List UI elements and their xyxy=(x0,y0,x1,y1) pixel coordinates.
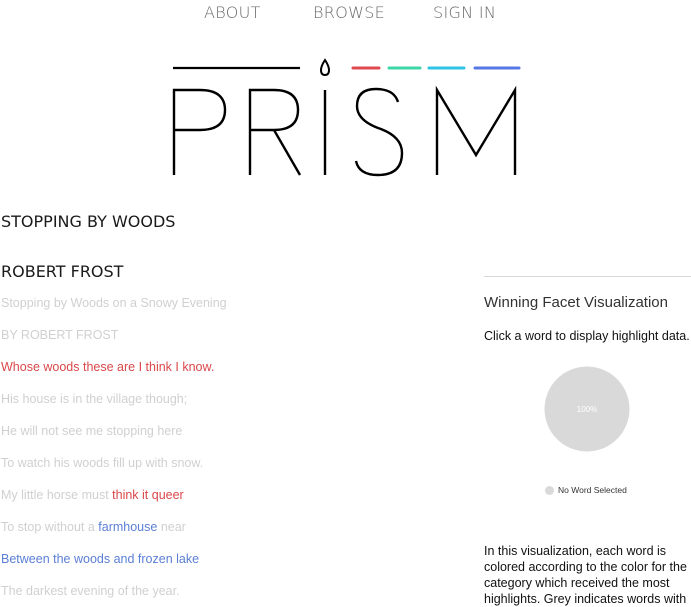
poem-line[interactable]: BY ROBERT FROST xyxy=(1,328,118,342)
poem-word[interactable]: near xyxy=(157,520,186,534)
pie-slice-label: 100% xyxy=(577,405,597,414)
poem-word[interactable]: My little horse must xyxy=(1,488,112,502)
poem-word-highlighted[interactable]: think it queer xyxy=(112,488,184,502)
nav-signin-link[interactable]: SIGN IN xyxy=(433,3,496,22)
panel-hint: Click a word to display highlight data. xyxy=(484,329,690,343)
poem-line: My little horse must think it queer xyxy=(1,488,184,502)
poem-line: To stop without a farmhouse near xyxy=(1,520,186,534)
legend-swatch xyxy=(545,485,554,495)
poem-line[interactable]: Stopping by Woods on a Snowy Evening xyxy=(1,296,227,310)
poem-word-highlighted[interactable]: farmhouse xyxy=(98,520,157,534)
work-author: ROBERT FROST xyxy=(1,262,124,281)
nav-browse-link[interactable]: BROWSE xyxy=(313,3,385,22)
poem-line[interactable]: Whose woods these are I think I know. xyxy=(1,360,214,374)
legend-label: No Word Selected xyxy=(558,485,627,495)
top-nav: ABOUT BROWSE SIGN IN xyxy=(0,3,691,23)
poem-line[interactable]: Between the woods and frozen lake xyxy=(1,552,199,566)
pie-legend: No Word Selected xyxy=(545,485,627,495)
panel-title: Winning Facet Visualization xyxy=(484,294,668,311)
prism-logo-mark xyxy=(172,58,521,177)
poem-line[interactable]: He will not see me stopping here xyxy=(1,424,182,438)
poem-line[interactable]: His house is in the village though; xyxy=(1,392,187,406)
pie-chart: 100% xyxy=(544,366,630,452)
poem-line[interactable]: To watch his woods fill up with snow. xyxy=(1,456,203,470)
panel-description: In this visualization, each word is colo… xyxy=(484,544,687,606)
nav-about-link[interactable]: ABOUT xyxy=(204,3,261,22)
work-title: STOPPING BY WOODS xyxy=(1,212,176,231)
prism-logo[interactable] xyxy=(170,58,522,187)
poem-word[interactable]: To stop without a xyxy=(1,520,98,534)
panel-divider xyxy=(484,276,691,277)
poem-line[interactable]: The darkest evening of the year. xyxy=(1,584,180,598)
visualization-panel: Winning Facet Visualization Click a word… xyxy=(484,276,691,606)
